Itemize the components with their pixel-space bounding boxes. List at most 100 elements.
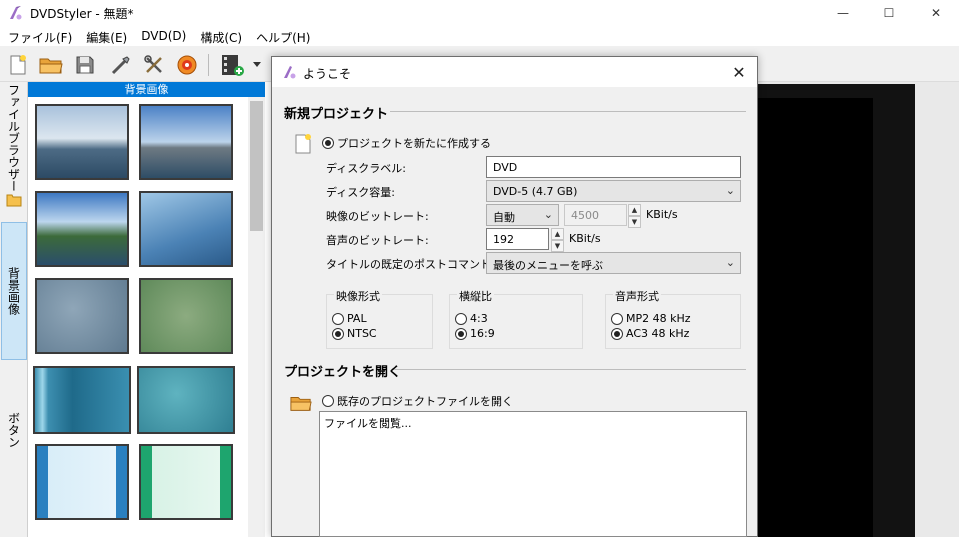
- pal-radio[interactable]: [332, 312, 344, 325]
- aspect-16-9-radio[interactable]: [455, 327, 467, 340]
- menu-help[interactable]: ヘルプ(H): [248, 26, 316, 46]
- burn-dvd-button[interactable]: [173, 51, 201, 79]
- add-file-button[interactable]: [218, 51, 246, 79]
- burn-disc-icon: [177, 55, 197, 75]
- post-command-select[interactable]: 最後のメニューを呼ぶ ⌄: [486, 252, 741, 274]
- audio-bitrate-spinner[interactable]: ▲ ▼: [551, 228, 564, 252]
- mp2-label: MP2 48 kHz: [626, 312, 691, 325]
- maximize-button[interactable]: ☐: [866, 0, 912, 26]
- dvdstyler-dialog-icon: [284, 66, 296, 79]
- mp2-radio[interactable]: [611, 312, 623, 325]
- gallery-scroll-thumb[interactable]: [250, 101, 263, 231]
- thumbnail-light-blue-bars[interactable]: [35, 444, 129, 520]
- aspect-4-3-radio[interactable]: [455, 312, 467, 325]
- post-command-label: タイトルの既定のポストコマンド:: [326, 258, 495, 271]
- close-window-button[interactable]: ✕: [913, 0, 959, 26]
- save-project-button[interactable]: [71, 51, 99, 79]
- menu-bar: ファイル(F) 編集(E) DVD(D) 構成(C) ヘルプ(H): [0, 26, 959, 46]
- background-gallery: [28, 97, 248, 537]
- folder-icon-tab: [1, 188, 27, 212]
- dropdown-arrow-icon: [253, 62, 261, 67]
- dialog-titlebar: ようこそ ✕: [272, 57, 757, 87]
- aspect-4-3-option[interactable]: 4:3: [455, 312, 488, 325]
- thumbnail-blue-gray-texture[interactable]: [35, 278, 129, 354]
- ntsc-radio[interactable]: [332, 327, 344, 340]
- recent-files-list[interactable]: ファイルを閲覧...: [319, 411, 747, 537]
- aspect-ratio-title: 横縦比: [457, 288, 494, 304]
- tools-button[interactable]: [140, 51, 168, 79]
- open-project-option-label: 既存のプロジェクトファイルを開く: [337, 395, 513, 408]
- dialog-title: ようこそ: [303, 67, 352, 81]
- video-bitrate-unit: KBit/s: [646, 208, 678, 221]
- ntsc-label: NTSC: [347, 327, 377, 340]
- menu-file[interactable]: ファイル(F): [0, 26, 78, 46]
- folder-icon: [6, 194, 22, 207]
- settings-button[interactable]: [107, 51, 135, 79]
- video-format-ntsc-option[interactable]: NTSC: [332, 327, 377, 340]
- new-project-option[interactable]: プロジェクトを新たに作成する: [322, 135, 491, 151]
- thumbnail-teal-stripes[interactable]: [33, 366, 131, 434]
- dvdstyler-app-icon: [10, 6, 22, 20]
- disc-label-input[interactable]: DVD: [486, 156, 741, 178]
- save-icon: [76, 56, 94, 74]
- video-format-pal-option[interactable]: PAL: [332, 312, 367, 325]
- menu-edit[interactable]: 編集(E): [78, 26, 133, 46]
- open-project-button[interactable]: [37, 51, 65, 79]
- chevron-down-icon: ⌄: [543, 208, 553, 221]
- video-bitrate-input: 4500: [564, 204, 627, 226]
- tab-buttons-label: ボタン: [6, 412, 21, 448]
- new-project-divider: [390, 111, 746, 112]
- tab-backgrounds-label: 背景画像: [6, 267, 21, 315]
- tab-backgrounds[interactable]: 背景画像: [1, 222, 27, 360]
- tab-buttons[interactable]: ボタン: [1, 370, 27, 490]
- post-command-value: 最後のメニューを呼ぶ: [493, 259, 603, 272]
- video-bitrate-spinner: ▲ ▼: [628, 204, 641, 228]
- menu-dvd[interactable]: DVD(D): [133, 26, 192, 46]
- minimize-button[interactable]: —: [820, 0, 866, 26]
- tab-file-browser[interactable]: ファイルブラウザー: [1, 84, 27, 192]
- browse-files-item[interactable]: ファイルを閲覧...: [324, 417, 412, 430]
- thumbnail-harbor-boat[interactable]: [139, 104, 233, 180]
- video-bitrate-mode-select[interactable]: 自動 ⌄: [486, 204, 559, 226]
- thumbnail-light-green-bars[interactable]: [139, 444, 233, 520]
- welcome-dialog: ようこそ ✕ 新規プロジェクト プロジェクトを新たに作成する ディスクラベル: …: [271, 56, 758, 537]
- open-project-radio[interactable]: [322, 395, 334, 407]
- open-project-option[interactable]: 既存のプロジェクトファイルを開く: [322, 393, 513, 409]
- dialog-body: 新規プロジェクト プロジェクトを新たに作成する ディスクラベル: DVD ディス…: [272, 87, 757, 537]
- window-title: DVDStyler - 無題*: [30, 7, 134, 21]
- audio-mp2-option[interactable]: MP2 48 kHz: [611, 312, 691, 325]
- settings-wand-icon: [111, 56, 130, 75]
- new-project-option-label: プロジェクトを新たに作成する: [337, 137, 491, 150]
- video-bitrate-mode-value: 自動: [493, 211, 515, 224]
- menu-preview-canvas[interactable]: [758, 98, 873, 537]
- thumbnail-green-texture[interactable]: [139, 278, 233, 354]
- disc-label-label: ディスクラベル:: [326, 162, 406, 175]
- aspect-16-9-label: 16:9: [470, 327, 495, 340]
- tools-icon: [144, 55, 162, 73]
- audio-bitrate-input[interactable]: 192: [486, 228, 549, 250]
- gallery-header: 背景画像: [28, 82, 265, 97]
- open-folder-icon: [290, 397, 312, 411]
- add-file-dropdown[interactable]: [250, 51, 264, 79]
- audio-ac3-option[interactable]: AC3 48 kHz: [611, 327, 689, 340]
- video-bitrate-label: 映像のビットレート:: [326, 210, 429, 223]
- open-project-heading: プロジェクトを開く: [284, 365, 402, 380]
- tab-file-browser-label: ファイルブラウザー: [6, 84, 21, 192]
- disc-capacity-select[interactable]: DVD-5 (4.7 GB) ⌄: [486, 180, 741, 202]
- main-titlebar: DVDStyler - 無題* — ☐: [0, 0, 959, 26]
- thumbnail-blue-haze[interactable]: [139, 191, 233, 267]
- new-project-icon: [295, 134, 311, 154]
- thumbnail-teal-water-texture[interactable]: [137, 366, 235, 434]
- new-project-radio[interactable]: [322, 137, 334, 149]
- thumbnail-sea-sky[interactable]: [35, 104, 129, 180]
- dialog-close-button[interactable]: ✕: [727, 61, 751, 83]
- gallery-scrollbar[interactable]: [248, 97, 265, 537]
- aspect-16-9-option[interactable]: 16:9: [455, 327, 495, 340]
- ac3-radio[interactable]: [611, 327, 623, 340]
- thumbnail-lake-shore[interactable]: [35, 191, 129, 267]
- audio-bitrate-unit: KBit/s: [569, 232, 601, 245]
- pal-label: PAL: [347, 312, 367, 325]
- new-project-button[interactable]: [4, 51, 32, 79]
- new-file-icon: [10, 55, 26, 75]
- menu-configure[interactable]: 構成(C): [192, 26, 248, 46]
